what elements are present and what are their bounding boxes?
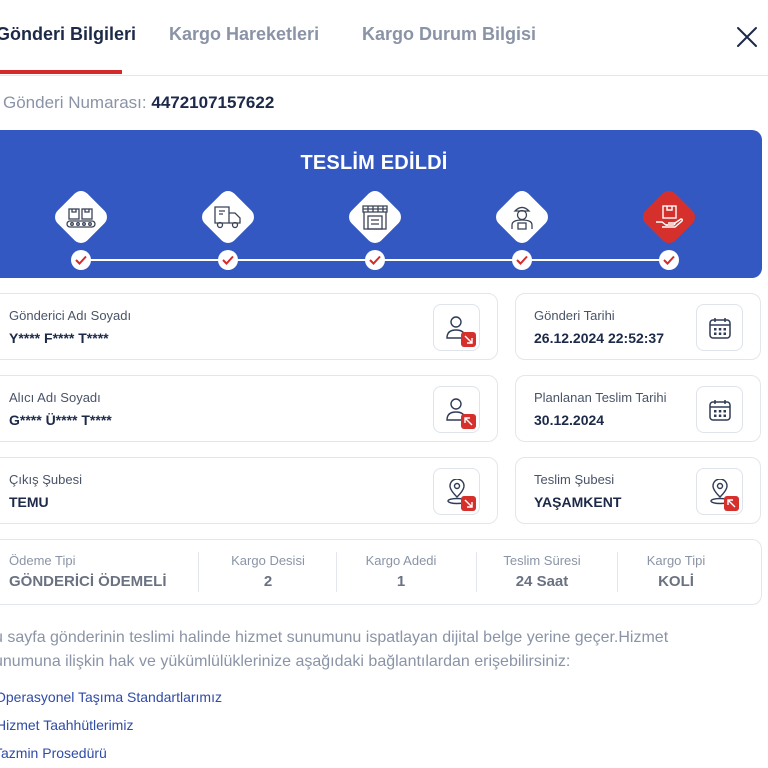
arrow-in-icon bbox=[727, 499, 736, 508]
summary-value: 24 Saat bbox=[515, 573, 569, 590]
calendar-icon bbox=[709, 400, 731, 421]
planned-delivery-icon-button bbox=[696, 386, 743, 433]
ship-date-value: 26.12.2024 22:52:37 bbox=[534, 330, 664, 346]
step-3-check bbox=[365, 250, 385, 270]
status-banner: TESLİM EDİLDİ bbox=[0, 130, 762, 278]
step-1-check bbox=[71, 250, 91, 270]
check-icon bbox=[222, 255, 234, 265]
delivery-branch-label: Teslim Şubesi bbox=[534, 472, 615, 487]
origin-branch-label: Çıkış Şubesi bbox=[9, 472, 82, 487]
receiver-label: Alıcı Adı Soyadı bbox=[9, 390, 101, 405]
legal-notice: u sayfa gönderinin teslimi halinde hizme… bbox=[0, 626, 724, 674]
summary-label: Kargo Desisi bbox=[231, 553, 305, 568]
summary-cargo-type: Kargo Tipi KOLİ bbox=[617, 553, 735, 590]
step-warehouse bbox=[51, 187, 111, 247]
warehouse-conveyor-icon bbox=[66, 208, 96, 228]
shipment-summary: Ödeme Tipi GÖNDERİCİ ÖDEMELİ Kargo Desis… bbox=[0, 539, 762, 605]
origin-branch-value: TEMU bbox=[9, 494, 49, 510]
shipment-number: Gönderi Numarası: 4472107157622 bbox=[3, 93, 274, 113]
step-delivered bbox=[639, 187, 699, 247]
courier-icon bbox=[511, 206, 533, 230]
planned-delivery-label: Planlanan Teslim Tarihi bbox=[534, 390, 667, 405]
check-icon bbox=[75, 255, 87, 265]
summary-value: GÖNDERİCİ ÖDEMELİ bbox=[9, 573, 167, 590]
summary-value: 1 bbox=[396, 573, 406, 590]
arrow-out-icon bbox=[464, 499, 473, 508]
sender-value: Y**** F**** T**** bbox=[9, 330, 109, 346]
step-transit bbox=[198, 187, 258, 247]
sender-card: Gönderici Adı Soyadı Y**** F**** T**** bbox=[0, 293, 498, 360]
delivery-branch-card: Teslim Şubesi YAŞAMKENT bbox=[515, 457, 761, 524]
receiver-icon-button[interactable] bbox=[433, 386, 480, 433]
delivery-branch-value: YAŞAMKENT bbox=[534, 494, 622, 510]
link-service-commitments[interactable]: Hizmet Taahhütlerimiz bbox=[0, 717, 133, 733]
tab-kargo-durum-bilgisi[interactable]: Kargo Durum Bilgisi bbox=[362, 24, 536, 45]
package-in-hand-icon bbox=[656, 205, 684, 228]
check-icon bbox=[663, 255, 675, 265]
receiver-value: G**** Ü**** T**** bbox=[9, 412, 112, 428]
summary-label: Kargo Adedi bbox=[365, 553, 437, 568]
calendar-icon bbox=[709, 318, 731, 339]
notice-line-2: unumuna ilişkin hak ve yükümlülükleriniz… bbox=[0, 653, 571, 670]
planned-delivery-value: 30.12.2024 bbox=[534, 412, 605, 428]
summary-desi: Kargo Desisi 2 bbox=[198, 553, 338, 590]
close-button[interactable] bbox=[734, 24, 760, 50]
planned-delivery-card: Planlanan Teslim Tarihi 30.12.2024 bbox=[515, 375, 761, 442]
ship-date-label: Gönderi Tarihi bbox=[534, 308, 615, 323]
close-icon bbox=[737, 27, 757, 47]
arrow-in-icon bbox=[464, 417, 473, 426]
delivery-truck-icon bbox=[214, 206, 241, 229]
active-tab-indicator bbox=[0, 70, 122, 74]
summary-value: KOLİ bbox=[658, 573, 694, 590]
step-courier bbox=[492, 187, 552, 247]
tab-bar: Gönderi Bilgileri Kargo Hareketleri Karg… bbox=[0, 0, 768, 76]
delivery-branch-icon-button[interactable] bbox=[696, 468, 743, 515]
summary-label: Teslim Süresi bbox=[503, 553, 581, 568]
step-4-check bbox=[512, 250, 532, 270]
shipment-number-value: 4472107157622 bbox=[151, 93, 275, 112]
link-operational-standards[interactable]: Operasyonel Taşıma Standartlarımız bbox=[0, 689, 222, 705]
tab-gonderi-bilgileri[interactable]: Gönderi Bilgileri bbox=[0, 24, 136, 45]
summary-delivery-time: Teslim Süresi 24 Saat bbox=[476, 553, 608, 590]
origin-branch-icon-button[interactable] bbox=[433, 468, 480, 515]
sender-label: Gönderici Adı Soyadı bbox=[9, 308, 132, 323]
step-5-check bbox=[659, 250, 679, 270]
notice-line-1: u sayfa gönderinin teslimi halinde hizme… bbox=[0, 629, 669, 646]
sender-icon-button[interactable] bbox=[433, 304, 480, 351]
link-compensation-procedure[interactable]: Tazmin Prosedürü bbox=[0, 745, 107, 761]
step-2-check bbox=[218, 250, 238, 270]
receiver-card: Alıcı Adı Soyadı G**** Ü**** T**** bbox=[0, 375, 498, 442]
ship-date-icon-button bbox=[696, 304, 743, 351]
summary-count: Kargo Adedi 1 bbox=[336, 553, 466, 590]
ship-date-card: Gönderi Tarihi 26.12.2024 22:52:37 bbox=[515, 293, 761, 360]
summary-label: Ödeme Tipi bbox=[9, 553, 76, 568]
step-branch bbox=[345, 187, 405, 247]
arrow-out-icon bbox=[464, 335, 473, 344]
tab-kargo-hareketleri[interactable]: Kargo Hareketleri bbox=[169, 24, 319, 45]
origin-branch-card: Çıkış Şubesi TEMU bbox=[0, 457, 498, 524]
check-icon bbox=[369, 255, 381, 265]
summary-payment-type: Ödeme Tipi GÖNDERİCİ ÖDEMELİ bbox=[9, 553, 167, 590]
summary-value: 2 bbox=[263, 573, 273, 590]
summary-label: Kargo Tipi bbox=[646, 553, 706, 568]
shipment-number-label: Gönderi Numarası: bbox=[3, 93, 147, 112]
check-icon bbox=[516, 255, 528, 265]
branch-store-icon bbox=[362, 205, 388, 230]
status-title: TESLİM EDİLDİ bbox=[300, 152, 448, 174]
